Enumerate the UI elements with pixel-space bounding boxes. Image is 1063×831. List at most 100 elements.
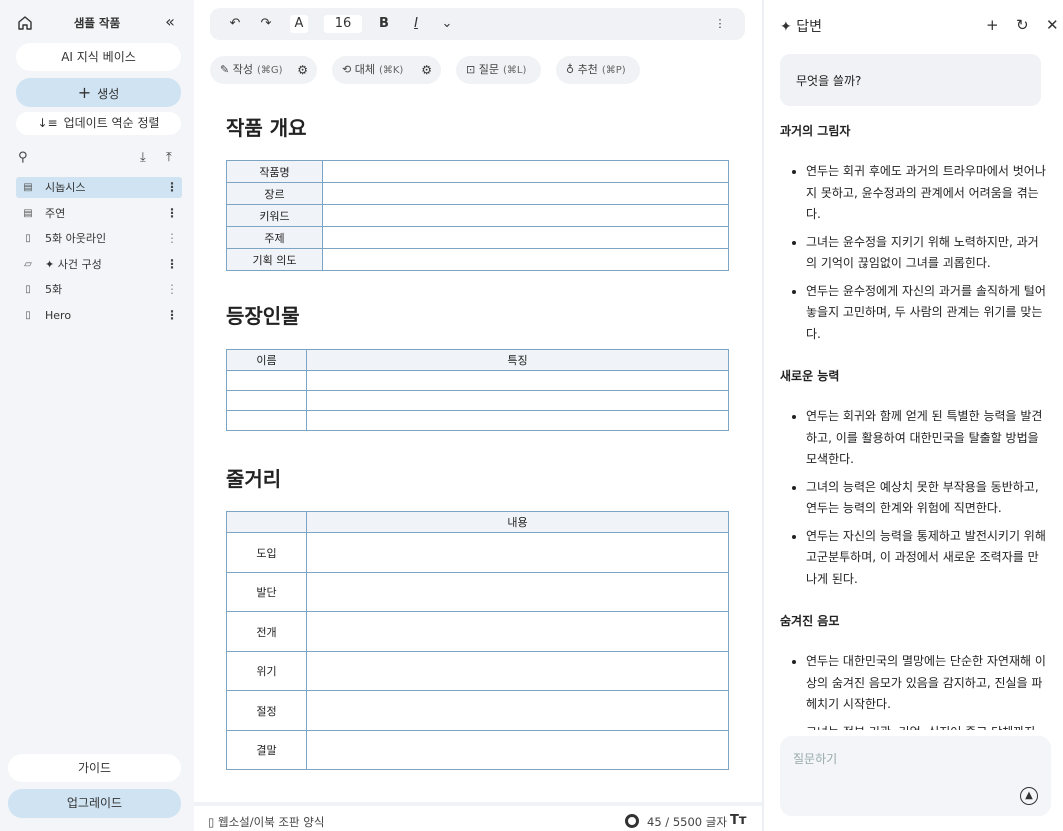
guide-button[interactable]: 가이드 (8, 754, 181, 782)
table-cell[interactable] (226, 370, 307, 391)
gear-icon[interactable]: ⚙ (297, 56, 308, 84)
table-cell[interactable] (306, 390, 729, 411)
replace-icon: ⟲ (342, 63, 352, 76)
panel-header: ✦ 답변 + ↻ ✕ (780, 16, 1059, 38)
tree-item-hero[interactable]: ▯ Hero ⋮ (16, 305, 182, 326)
shortcut-label: (⌘L) (502, 65, 527, 76)
table-cell[interactable] (322, 226, 729, 249)
upload-icon[interactable]: ⤒ (166, 150, 172, 165)
table-cell[interactable]: 위기 (226, 651, 307, 691)
text-size-icon[interactable]: Tт (730, 813, 746, 828)
table-header-cell[interactable] (226, 511, 307, 533)
progress-ring-icon (625, 814, 639, 828)
table-cell[interactable]: 전개 (226, 611, 307, 652)
table-cell[interactable] (322, 248, 729, 271)
table-cell[interactable]: 주제 (226, 226, 323, 249)
tree-item-label: 시놉시스 (45, 181, 86, 194)
overview-heading[interactable]: 작품 개요 (226, 112, 307, 141)
table-header-cell[interactable]: 특징 (306, 349, 729, 371)
table-header-cell[interactable]: 이름 (226, 349, 307, 371)
undo-icon[interactable]: ↶ (226, 15, 244, 33)
more-icon[interactable]: ⋮ (166, 279, 178, 300)
question-action-button[interactable]: ⊡ 질문 (⌘L) (456, 56, 541, 84)
table-cell[interactable]: 키워드 (226, 204, 323, 227)
table-cell[interactable]: 절정 (226, 690, 307, 731)
table-cell[interactable] (306, 611, 729, 652)
chevron-down-icon[interactable]: ⌄ (438, 15, 456, 33)
lightbulb-icon: ♁ (566, 63, 575, 76)
table-cell[interactable] (306, 532, 729, 573)
italic-button[interactable]: I (407, 15, 425, 33)
collapse-sidebar-icon[interactable]: « (160, 12, 180, 32)
table-cell[interactable] (322, 182, 729, 205)
section-heading: 새로운 능력 (780, 369, 840, 383)
recommend-action-button[interactable]: ♁ 추천 (⌘P) (556, 56, 640, 84)
list-item: 그녀는 정부 기관, 기업, 심지어 종교 단체까지 연루된 거대한 음모의 실… (806, 722, 1046, 731)
bold-button[interactable]: B (375, 15, 393, 33)
bullet-list: 연두는 대한민국의 멸망에는 단순한 자연재해 이상의 숨겨진 음모가 있음을 … (780, 651, 1046, 730)
send-icon[interactable]: ▲ (1020, 787, 1038, 805)
editor-footer: ▯ 웹소설/이북 조판 양식 45 / 5500 글자 Tт (194, 802, 762, 831)
close-icon[interactable]: ✕ (1046, 16, 1059, 34)
search-icon[interactable]: ⚲ (18, 150, 28, 165)
tree-item-ep5[interactable]: ▯ 5화 ⋮ (16, 279, 182, 300)
tree-item-synopsis[interactable]: ▤ 시놉시스 ⋮ (16, 177, 182, 198)
sparkle-icon: ✦ (780, 19, 792, 35)
document-tree: ▤ 시놉시스 ⋮ ▤ 주연 ⋮ ▯ 5화 아웃라인 ⋮ ▱ ✦ 사건 구성 ⋮ … (16, 177, 182, 331)
table-cell[interactable]: 도입 (226, 532, 307, 573)
table-cell[interactable] (306, 651, 729, 691)
replace-action-button[interactable]: ⟲ 대체 (⌘K) ⚙ (332, 56, 441, 84)
table-cell[interactable] (306, 410, 729, 431)
ask-input[interactable]: 질문하기 ▲ (780, 736, 1051, 816)
plus-icon[interactable]: + (986, 16, 999, 34)
section-heading: 과거의 그림자 (780, 124, 851, 138)
table-cell[interactable]: 발단 (226, 572, 307, 612)
table-cell[interactable]: 작품명 (226, 160, 323, 183)
write-action-button[interactable]: ✎ 작성 (⌘G) ⚙ (210, 56, 317, 84)
table-cell[interactable] (322, 204, 729, 227)
font-size-input[interactable]: 16 (324, 15, 362, 33)
table-header-cell[interactable]: 내용 (306, 511, 729, 533)
more-icon[interactable]: ⋮ (712, 15, 728, 33)
table-cell[interactable] (306, 730, 729, 770)
more-icon[interactable]: ⋮ (166, 203, 178, 224)
table-cell[interactable] (306, 690, 729, 731)
plot-heading[interactable]: 줄거리 (226, 463, 281, 492)
tree-item-ep5-outline[interactable]: ▯ 5화 아웃라인 ⋮ (16, 228, 182, 249)
more-icon[interactable]: ⋮ (166, 228, 178, 249)
knowledge-base-label: AI 지식 베이스 (61, 50, 136, 64)
sort-button[interactable]: ↓≡ 업데이트 역순 정렬 (16, 112, 181, 135)
download-icon[interactable]: ⤓ (140, 150, 146, 165)
redo-icon[interactable]: ↷ (257, 15, 275, 33)
table-cell[interactable] (226, 390, 307, 411)
table-cell[interactable]: 장르 (226, 182, 323, 205)
more-icon[interactable]: ⋮ (166, 254, 178, 275)
table-cell[interactable]: 결말 (226, 730, 307, 770)
ask-placeholder: 질문하기 (793, 752, 838, 766)
plot-table[interactable]: 내용 도입 발단 전개 위기 절정 결말 (226, 511, 729, 770)
characters-table[interactable]: 이름 특징 (226, 349, 729, 431)
tree-item-event-structure[interactable]: ▱ ✦ 사건 구성 ⋮ (16, 254, 182, 275)
tree-item-label: Hero (45, 308, 72, 322)
characters-heading[interactable]: 등장인물 (226, 300, 300, 329)
create-button[interactable]: + 생성 (16, 78, 181, 107)
font-button[interactable]: A (290, 15, 308, 33)
more-icon[interactable]: ⋮ (166, 305, 178, 326)
table-cell[interactable] (306, 370, 729, 391)
tree-item-lead[interactable]: ▤ 주연 ⋮ (16, 203, 182, 224)
shortcut-label: (⌘G) (256, 65, 283, 76)
action-label: 작성 (232, 63, 253, 76)
history-icon[interactable]: ↻ (1016, 16, 1029, 34)
table-cell[interactable] (322, 160, 729, 183)
upgrade-button[interactable]: 업그레이드 (8, 789, 181, 818)
table-cell[interactable]: 기획 의도 (226, 248, 323, 271)
more-icon[interactable]: ⋮ (166, 177, 178, 198)
knowledge-base-button[interactable]: AI 지식 베이스 (16, 43, 181, 71)
editor: ↶ ↷ A 16 B I ⌄ ⋮ ✎ 작성 (⌘G) ⚙ ⟲ 대체 (⌘K) ⚙ ⊡… (194, 0, 762, 831)
pen-icon: ✎ (220, 63, 230, 76)
table-cell[interactable] (306, 572, 729, 612)
overview-table[interactable]: 작품명 장르 키워드 주제 기획 의도 (226, 160, 729, 271)
table-cell[interactable] (226, 410, 307, 431)
format-selector[interactable]: ▯ 웹소설/이북 조판 양식 (208, 814, 324, 830)
gear-icon[interactable]: ⚙ (421, 56, 432, 84)
